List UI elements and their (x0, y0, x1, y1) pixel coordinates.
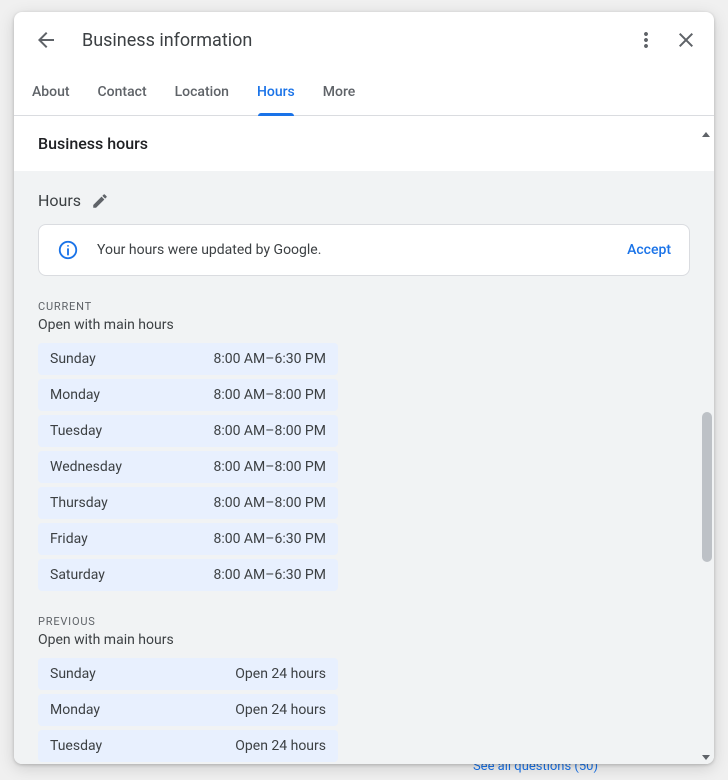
group-subtitle: Open with main hours (38, 317, 690, 333)
hours-heading: Hours (38, 171, 690, 224)
more-vert-icon (634, 28, 658, 52)
section-title: Business hours (14, 116, 714, 171)
hours-row: Friday 8:00 AM–6:30 PM (38, 523, 338, 555)
day-label: Monday (50, 702, 100, 718)
business-info-dialog: Business information About Contact Locatio… (14, 12, 714, 764)
hours-value: Open 24 hours (235, 702, 326, 718)
dialog-header: Business information (14, 12, 714, 68)
hours-value: 8:00 AM–6:30 PM (213, 531, 326, 547)
day-label: Sunday (50, 351, 96, 367)
day-label: Tuesday (50, 423, 102, 439)
more-options-button[interactable] (626, 20, 666, 60)
close-button[interactable] (666, 20, 706, 60)
scroll-down-arrow[interactable] (702, 755, 710, 760)
hours-value: 8:00 AM–8:00 PM (213, 495, 326, 511)
scroll-area[interactable]: Business hours Hours Your hours were upd… (14, 116, 714, 764)
hours-row: Tuesday 8:00 AM–8:00 PM (38, 415, 338, 447)
day-label: Thursday (50, 495, 108, 511)
hours-heading-text: Hours (38, 191, 81, 210)
day-label: Monday (50, 387, 100, 403)
back-button[interactable] (26, 20, 66, 60)
edit-hours-button[interactable] (91, 192, 109, 210)
tabs-bar: About Contact Location Hours More (14, 68, 714, 116)
hours-value: Open 24 hours (235, 666, 326, 682)
pencil-icon (91, 192, 109, 210)
hours-row: Monday Open 24 hours (38, 694, 338, 726)
dialog-title: Business information (82, 30, 626, 51)
hours-row: Monday 8:00 AM–8:00 PM (38, 379, 338, 411)
hours-row: Sunday 8:00 AM–6:30 PM (38, 343, 338, 375)
day-label: Saturday (50, 567, 105, 583)
info-icon (57, 239, 79, 261)
tab-location[interactable]: Location (175, 68, 229, 116)
hours-value: 8:00 AM–6:30 PM (213, 351, 326, 367)
tab-about[interactable]: About (32, 68, 70, 116)
scrollbar-thumb[interactable] (702, 412, 712, 562)
day-label: Wednesday (50, 459, 122, 475)
scroll-up-arrow[interactable] (702, 132, 710, 137)
accept-button[interactable]: Accept (627, 242, 671, 258)
arrow-back-icon (34, 28, 58, 52)
hours-value: 8:00 AM–8:00 PM (213, 387, 326, 403)
day-label: Sunday (50, 666, 96, 682)
update-notice: Your hours were updated by Google. Accep… (38, 224, 690, 276)
hours-row: Tuesday Open 24 hours (38, 730, 338, 762)
close-icon (674, 28, 698, 52)
day-label: Tuesday (50, 738, 102, 754)
hours-table: SundayOpen 24 hoursMondayOpen 24 hoursTu… (38, 658, 338, 764)
group-label: CURRENT (38, 300, 690, 313)
hours-row: Saturday 8:00 AM–6:30 PM (38, 559, 338, 591)
hours-row: Sunday Open 24 hours (38, 658, 338, 690)
tab-more[interactable]: More (323, 68, 356, 116)
notice-message: Your hours were updated by Google. (97, 242, 609, 258)
group-label: PREVIOUS (38, 615, 690, 628)
hours-row: Wednesday 8:00 AM–8:00 PM (38, 451, 338, 483)
hours-row: Thursday 8:00 AM–8:00 PM (38, 487, 338, 519)
hours-table: Sunday 8:00 AM–6:30 PM Monday 8:00 AM–8:00 … (38, 343, 338, 591)
hours-value: 8:00 AM–8:00 PM (213, 423, 326, 439)
day-label: Friday (50, 531, 88, 547)
tab-hours[interactable]: Hours (257, 68, 295, 116)
tab-contact[interactable]: Contact (98, 68, 147, 116)
group-subtitle: Open with main hours (38, 632, 690, 648)
hours-value: 8:00 AM–8:00 PM (213, 459, 326, 475)
hours-value: Open 24 hours (235, 738, 326, 754)
hours-value: 8:00 AM–6:30 PM (213, 567, 326, 583)
